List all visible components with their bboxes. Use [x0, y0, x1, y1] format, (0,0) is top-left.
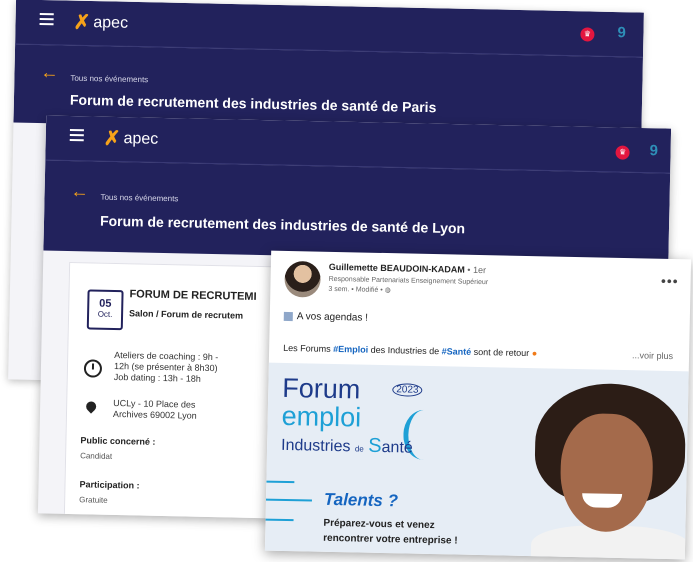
visual-industries-line: Industries de Santé: [280, 434, 413, 457]
clock-icon: [83, 359, 103, 378]
apec-logo[interactable]: ✗ apec: [104, 126, 159, 152]
page-title: Forum de recrutement des industries de s…: [99, 212, 466, 237]
linkedin-post: Guillemette BEAUDOIN-KADAM • 1er Respons…: [264, 250, 692, 560]
visual-word-sante: anté: [381, 438, 413, 457]
decorative-line: [266, 480, 295, 484]
avatar[interactable]: [284, 260, 321, 298]
globe-icon: ◍: [384, 287, 391, 295]
hashtag-sante[interactable]: #Santé: [442, 346, 472, 357]
hashtag-emploi[interactable]: #Emploi: [333, 344, 368, 355]
visual-word-emploi: emploi: [281, 400, 362, 433]
author-name[interactable]: Guillemette BEAUDOIN-KADAM: [329, 262, 465, 275]
apec-logo[interactable]: ✗ apec: [73, 10, 128, 36]
visual-talents: Talents ?: [323, 489, 399, 511]
breadcrumb[interactable]: Tous nos événements: [70, 74, 148, 85]
visual-cta: Préparez-vous et venez rencontrer votre …: [323, 516, 458, 549]
back-arrow-icon[interactable]: ←: [40, 62, 58, 83]
cta-line: rencontrer votre entreprise !: [323, 532, 458, 547]
event-day: 05: [99, 297, 112, 310]
post-text-part: Les Forums: [283, 342, 334, 354]
post-meta-text: 3 sem. • Modifié •: [328, 285, 383, 294]
audience-label: Public concerné :: [80, 435, 156, 447]
fire-icon: ●: [531, 348, 538, 359]
breadcrumb[interactable]: Tous nos événements: [100, 193, 178, 204]
menu-icon[interactable]: [39, 12, 54, 28]
smiling-woman-photo: [523, 374, 689, 560]
visual-word-industries: Industries: [280, 436, 351, 456]
visual-year: 2023: [392, 383, 423, 397]
logo-text: apec: [93, 13, 129, 32]
logo-text: apec: [123, 129, 159, 148]
participation-label: Participation :: [79, 479, 140, 491]
post-meta: 3 sem. • Modifié • ◍: [328, 285, 391, 294]
post-text-part: sont de retour: [471, 346, 530, 359]
more-options-icon[interactable]: •••: [661, 273, 679, 289]
event-schedule: Ateliers de coaching : 9h - 12h (se prés…: [114, 350, 219, 385]
crown-icon[interactable]: ♛: [615, 145, 630, 160]
apec-logo-mark-icon: ✗: [103, 127, 121, 151]
event-type: Salon / Forum de recrutem: [129, 308, 244, 321]
post-image[interactable]: Forum 2023 emploi Industries de Santé Ta…: [264, 362, 689, 560]
see-more-link[interactable]: ...voir plus: [632, 350, 673, 361]
page-title: Forum de recrutement des industries de s…: [69, 91, 437, 116]
decorative-line: [265, 518, 294, 522]
back-arrow-icon[interactable]: ←: [70, 181, 88, 202]
post-author[interactable]: Guillemette BEAUDOIN-KADAM • 1er: [329, 262, 486, 275]
connection-degree: • 1er: [467, 264, 487, 276]
event-name: FORUM DE RECRUTEMI: [129, 288, 257, 303]
nine-badge-icon[interactable]: 9: [617, 24, 626, 41]
event-header: ← Tous nos événements Forum de recruteme…: [43, 160, 671, 264]
event-address: UCLy - 10 Place des Archives 69002 Lyon: [113, 398, 197, 422]
audience-value: Candidat: [80, 451, 113, 461]
address-line: Archives 69002 Lyon: [112, 408, 197, 421]
post-text-part: des Industries de: [368, 344, 442, 357]
post-text: Les Forums #Emploi des Industries de #Sa…: [283, 343, 537, 358]
apec-logo-mark-icon: ✗: [73, 11, 91, 35]
decorative-line: [265, 498, 312, 502]
calendar-icon: [283, 311, 293, 321]
crown-icon[interactable]: ♛: [580, 27, 595, 42]
event-month: Oct.: [97, 309, 113, 319]
schedule-line: Job dating : 13h - 18h: [113, 371, 201, 384]
location-pin-icon: [84, 399, 99, 414]
post-intro-text: A vos agendas !: [296, 311, 369, 324]
menu-icon[interactable]: [69, 128, 84, 144]
calendar-icon: 05 Oct.: [86, 289, 124, 331]
post-intro: A vos agendas !: [283, 311, 369, 324]
nine-badge-icon[interactable]: 9: [649, 142, 658, 159]
participation-value: Gratuite: [79, 495, 108, 505]
visual-word-de: de: [354, 444, 364, 454]
